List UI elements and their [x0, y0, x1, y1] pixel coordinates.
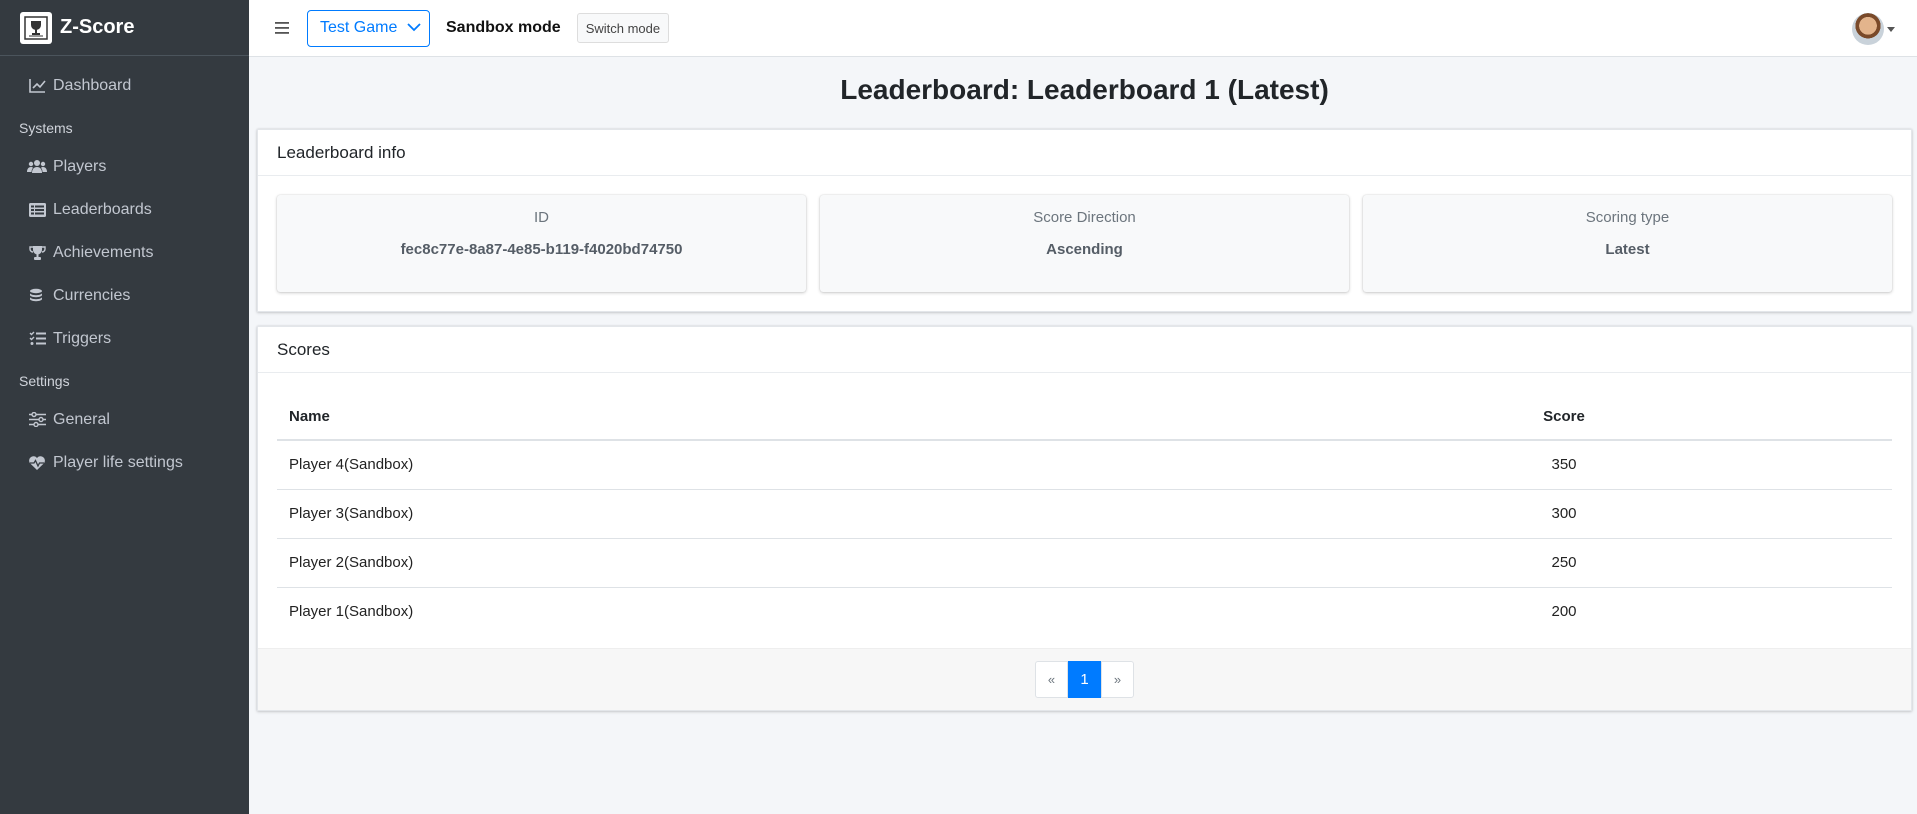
player-name: Player 1(Sandbox)	[277, 586, 1442, 636]
player-name: Player 4(Sandbox)	[289, 456, 414, 474]
sliders-icon	[27, 410, 47, 430]
list-icon	[27, 200, 47, 220]
info-row: ID fec8c77e-8a87-4e85-b119-f4020bd74750 …	[258, 176, 1911, 311]
coins-icon	[27, 286, 47, 306]
avatar	[1852, 13, 1884, 45]
users-icon	[27, 157, 47, 177]
chart-line-icon	[27, 76, 47, 96]
sidebar-item-achievements[interactable]: Achievements	[0, 231, 249, 274]
pagination-page-1[interactable]: 1	[1068, 661, 1101, 698]
info-label: Scoring type	[1585, 209, 1670, 226]
table-row: Player 3(Sandbox) 300	[277, 488, 1892, 538]
game-select[interactable]: Test Game	[307, 9, 430, 47]
player-score: 300	[1442, 488, 1686, 538]
sidebar-item-dashboard[interactable]: Dashboard	[0, 64, 249, 107]
nav-header-settings: Settings	[19, 373, 70, 389]
sidebar-item-label: Players	[53, 157, 107, 175]
main-content: Leaderboard: Leaderboard 1 (Latest) Lead…	[257, 57, 1912, 725]
hamburger-menu-icon[interactable]	[271, 17, 293, 39]
table-row: Player 1(Sandbox) 200	[277, 586, 1892, 636]
info-label: Score Direction	[1033, 209, 1136, 226]
user-menu[interactable]	[1852, 13, 1895, 45]
player-name: Player 3(Sandbox)	[277, 488, 1442, 538]
card-title: Leaderboard info	[258, 130, 1911, 176]
trophy-icon	[27, 243, 47, 263]
info-value: Ascending	[1046, 241, 1123, 258]
scores-table: Name Score Player 4(Sandbox) 350 Player …	[277, 393, 1892, 636]
chevron-down-icon	[407, 19, 421, 37]
player-name: Player 2(Sandbox)	[277, 537, 1442, 587]
brand[interactable]: Z-Score	[0, 0, 249, 56]
sidebar: Z-Score Dashboard Systems Players Leader…	[0, 0, 249, 814]
player-score: 250	[1442, 537, 1686, 587]
column-spacer	[1686, 393, 1892, 441]
card-title: Scores	[258, 327, 1911, 373]
sidebar-item-currencies[interactable]: Currencies	[0, 274, 249, 317]
info-value: Latest	[1605, 241, 1650, 258]
row-spacer	[1686, 586, 1892, 636]
heartbeat-icon	[27, 453, 47, 473]
nav-header-systems: Systems	[19, 120, 73, 136]
info-box-scoring-type: Scoring type Latest	[1363, 195, 1892, 292]
player-score: 350	[1551, 456, 1577, 474]
sidebar-item-label: Currencies	[53, 286, 131, 304]
sidebar-item-label: Dashboard	[53, 76, 132, 94]
topbar: Test Game Sandbox mode Switch mode	[249, 0, 1917, 57]
player-score: 200	[1442, 586, 1686, 636]
table-header-row: Name Score	[277, 393, 1892, 441]
game-select-value: Test Game	[320, 19, 398, 36]
info-value: fec8c77e-8a87-4e85-b119-f4020bd74750	[400, 241, 683, 258]
row-spacer	[1686, 537, 1892, 587]
sidebar-item-label: Leaderboards	[53, 200, 152, 218]
info-label: ID	[534, 209, 549, 226]
sidebar-item-label: Triggers	[53, 329, 112, 347]
row-spacer	[1686, 488, 1892, 538]
pagination-prev[interactable]: «	[1035, 661, 1068, 698]
brand-name: Z-Score	[60, 16, 135, 38]
info-box-id: ID fec8c77e-8a87-4e85-b119-f4020bd74750	[277, 195, 806, 292]
leaderboard-info-card: Leaderboard info ID fec8c77e-8a87-4e85-b…	[257, 129, 1912, 312]
mode-label: Sandbox mode	[446, 19, 561, 36]
column-header-name: Name	[277, 393, 1442, 441]
sidebar-item-triggers[interactable]: Triggers	[0, 317, 249, 360]
sidebar-item-players[interactable]: Players	[0, 145, 249, 188]
info-box-score-direction: Score Direction Ascending	[820, 195, 1349, 292]
sidebar-item-general[interactable]: General	[0, 398, 249, 441]
sidebar-item-label: Achievements	[53, 243, 154, 261]
scores-table-wrap: Name Score Player 4(Sandbox) 350 Player …	[258, 373, 1911, 636]
sidebar-item-player-life-settings[interactable]: Player life settings	[0, 441, 249, 484]
sidebar-nav: Dashboard Systems Players Leaderboards A…	[0, 56, 249, 484]
column-header-score: Score	[1442, 393, 1686, 441]
card-footer: « 1 »	[258, 648, 1911, 710]
sidebar-item-label: General	[53, 410, 110, 428]
page-title: Leaderboard: Leaderboard 1 (Latest)	[840, 74, 1329, 105]
row-spacer	[1686, 440, 1892, 489]
sidebar-item-label: Player life settings	[53, 453, 183, 471]
switch-mode-button[interactable]: Switch mode	[576, 13, 670, 43]
scores-card: Scores Name Score Player 4(Sandbox) 350	[257, 326, 1912, 711]
sidebar-item-leaderboards[interactable]: Leaderboards	[0, 188, 249, 231]
trophy-logo-icon	[20, 11, 52, 44]
tasks-icon	[27, 329, 47, 349]
pagination: « 1 »	[1035, 661, 1134, 698]
pagination-next[interactable]: »	[1101, 661, 1134, 698]
table-row: Player 4(Sandbox) 350	[277, 440, 1892, 489]
caret-down-icon	[1887, 26, 1895, 32]
table-row: Player 2(Sandbox) 250	[277, 537, 1892, 587]
